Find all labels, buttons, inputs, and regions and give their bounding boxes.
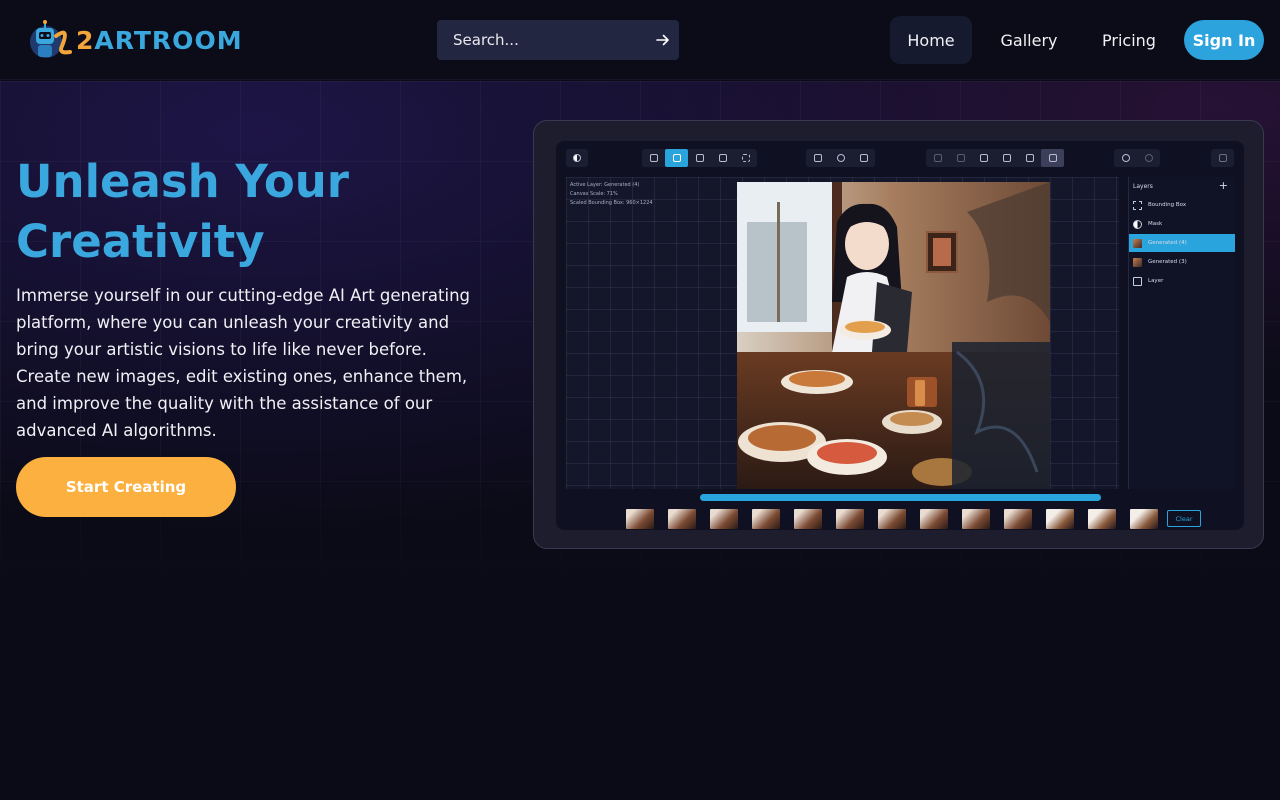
redo-icon (1137, 149, 1160, 167)
search-input[interactable] (437, 20, 647, 60)
logo-wordmark-accent: 2 (76, 25, 95, 55)
image-thumb (1133, 257, 1142, 267)
history-thumbnail (710, 509, 738, 529)
move-icon (806, 149, 829, 167)
layer-label: Bounding Box (1148, 202, 1187, 208)
nav-pricing[interactable]: Pricing (1088, 16, 1170, 64)
history-thumbnail (794, 509, 822, 529)
canvas-info: Active Layer: Generated (4) Canvas Scale… (570, 181, 653, 208)
editor-preview: Active Layer: Generated (4) Canvas Scale… (556, 141, 1244, 530)
layer-toolbar (926, 149, 1064, 167)
layer-item: Mask (1129, 215, 1235, 233)
layer-label: Generated (3) (1148, 259, 1187, 265)
hero-title-line1: Unleash Your (16, 155, 349, 208)
layer-item: Bounding Box (1129, 196, 1235, 214)
sign-in-button[interactable]: Sign In (1184, 20, 1264, 60)
hero-description: Immerse yourself in our cutting-edge AI … (16, 286, 471, 440)
color-picker-icon (711, 149, 734, 167)
history-thumbnail (752, 509, 780, 529)
history-thumbnails (626, 509, 1158, 529)
logo-wordmark: 2ARTROOM (76, 26, 243, 55)
layer-item: Layer (1129, 272, 1235, 290)
fill-icon (688, 149, 711, 167)
robot-mascot-icon (30, 20, 72, 58)
marquee-icon (734, 149, 757, 167)
canvas-info-active-layer: Active Layer: Generated (4) (570, 182, 640, 188)
artroom-logo[interactable]: 2ARTROOM (26, 14, 243, 66)
history-toolbar (1114, 149, 1160, 167)
layers-panel: Layers + Bounding Box Mask Generated (4)… (1128, 177, 1235, 489)
start-creating-button[interactable]: Start Creating (16, 457, 236, 517)
transform-toolbar (806, 149, 875, 167)
search-bar (437, 20, 679, 60)
add-layer-icon: + (1218, 179, 1228, 192)
arrow-right-icon (656, 34, 669, 46)
canvas-info-scale: Canvas Scale: 71% (570, 191, 618, 197)
search-submit-button[interactable] (647, 20, 679, 60)
site-header: 2ARTROOM Home Gallery Pricing Sign In (0, 0, 1280, 80)
canvas-info-bbox: Scaled Bounding Box: 960×1224 (570, 200, 653, 206)
generated-artwork-image (737, 182, 1050, 489)
layer-label: Mask (1148, 221, 1163, 227)
fit-icon (852, 149, 875, 167)
nav-gallery[interactable]: Gallery (988, 16, 1070, 64)
history-thumbnail (1046, 509, 1074, 529)
history-thumbnail (668, 509, 696, 529)
layer-item: Generated (3) (1129, 253, 1235, 271)
history-thumbnail (878, 509, 906, 529)
history-thumbnail (1088, 509, 1116, 529)
download-icon (972, 149, 995, 167)
bounding-box-icon (1133, 200, 1142, 210)
reset-view-icon (829, 149, 852, 167)
history-thumbnail (920, 509, 948, 529)
logo-wordmark-main: ARTROOM (94, 25, 243, 55)
clear-history-button: Clear (1167, 510, 1201, 527)
history-thumbnail (836, 509, 864, 529)
trash-icon (1041, 149, 1064, 167)
theme-toggle-icon (566, 149, 588, 167)
merge-icon (926, 149, 949, 167)
upload-icon (1018, 149, 1041, 167)
copy-icon (995, 149, 1018, 167)
wrench-icon (1211, 149, 1234, 167)
generation-progress-bar (700, 494, 1101, 501)
history-thumbnail (1004, 509, 1032, 529)
image-thumb (1133, 238, 1142, 248)
nav-home[interactable]: Home (890, 16, 972, 64)
theme-toolbar (566, 149, 588, 167)
image-icon (1133, 276, 1142, 286)
layers-title: Layers (1133, 183, 1153, 190)
hero-title-line2: Creativity (16, 215, 265, 268)
eraser-icon (665, 149, 688, 167)
brush-icon (642, 149, 665, 167)
layer-label: Generated (4) (1148, 240, 1187, 246)
draw-toolbar (642, 149, 757, 167)
undo-icon (1114, 149, 1137, 167)
canvas-area: Active Layer: Generated (4) Canvas Scale… (566, 177, 1119, 489)
history-thumbnail (962, 509, 990, 529)
wand-icon (949, 149, 972, 167)
history-thumbnail (626, 509, 654, 529)
hero-title: Unleash Your Creativity (16, 152, 496, 272)
editor-preview-frame: Active Layer: Generated (4) Canvas Scale… (533, 120, 1264, 549)
settings-toolbar (1211, 149, 1234, 167)
mask-icon (1133, 219, 1142, 229)
history-thumbnail (1130, 509, 1158, 529)
layer-label: Layer (1148, 278, 1164, 284)
layer-item-active: Generated (4) (1129, 234, 1235, 252)
